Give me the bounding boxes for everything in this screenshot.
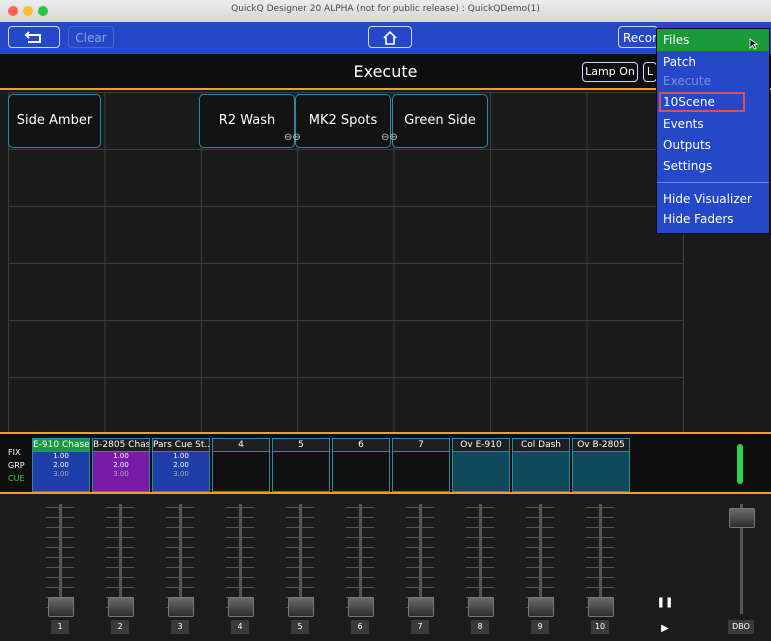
channel-fader[interactable]: [220, 504, 260, 619]
menu-item-events[interactable]: Events: [663, 117, 704, 131]
fader-number: 10: [591, 620, 609, 634]
cue-slot[interactable]: Pars Cue St... 1.00 2.00 3.00: [152, 438, 210, 492]
pause-button[interactable]: ❚❚: [656, 594, 674, 612]
window-title: QuickQ Designer 20 ALPHA (not for public…: [231, 4, 540, 14]
fader-knob[interactable]: [588, 597, 614, 617]
channel-fader[interactable]: [100, 504, 140, 619]
channel-fader[interactable]: [280, 504, 320, 619]
channel-fader[interactable]: [400, 504, 440, 619]
fader-knob[interactable]: [168, 597, 194, 617]
cue-name: Pars Cue St...: [153, 439, 209, 452]
fader-knob[interactable]: [288, 597, 314, 617]
play-button[interactable]: ▶: [656, 620, 674, 638]
fader-knob[interactable]: [348, 597, 374, 617]
fader-number: 3: [171, 620, 189, 634]
menu-item-settings[interactable]: Settings: [663, 159, 712, 173]
fader-number: 5: [291, 620, 309, 634]
row-label-cue: CUE: [8, 474, 25, 483]
cue-name: 7: [393, 439, 449, 452]
cue-slot[interactable]: E-910 Chase 1.00 2.00 3.00: [32, 438, 90, 492]
cue-value: 2.00: [173, 461, 189, 469]
menu-item-files[interactable]: Files: [663, 33, 689, 47]
clear-button[interactable]: Clear: [68, 26, 114, 48]
cue-value: 1.00: [53, 452, 69, 460]
grid-cell-side-amber[interactable]: Side Amber: [8, 94, 101, 148]
fader-knob[interactable]: [408, 597, 434, 617]
cue-value: 1.00: [173, 452, 189, 460]
menu-item-hide-visualizer[interactable]: Hide Visualizer: [663, 192, 752, 206]
grid-cell-r2-wash[interactable]: R2 Wash: [199, 94, 295, 148]
grid-cell-mk2-spots[interactable]: MK2 Spots: [295, 94, 391, 148]
cue-slot[interactable]: Col Dash: [512, 438, 570, 492]
cue-bar: FIX GRP CUE E-910 Chase 1.00 2.00 3.00 B-280…: [0, 432, 771, 494]
window-titlebar: QuickQ Designer 20 ALPHA (not for public…: [0, 0, 771, 23]
channel-fader[interactable]: [580, 504, 620, 619]
record-button[interactable]: Record: [618, 26, 658, 48]
row-label-grp: GRP: [8, 461, 25, 470]
channel-fader[interactable]: [460, 504, 500, 619]
channel-fader[interactable]: [160, 504, 200, 619]
fader-panel: 1 2 3 4 5 6 7 8 9 10 ❚❚ ▶ DBO: [0, 494, 771, 641]
cue-slot[interactable]: B-2805 Chase1.002.003.00: [92, 438, 150, 492]
cue-name: Ov B-2805: [573, 439, 629, 452]
cue-value: 3.00: [113, 470, 129, 478]
cue-slot[interactable]: 6: [332, 438, 390, 492]
main-menu: Files Patch Execute 10Scene Events Outpu…: [656, 28, 770, 234]
menu-divider: [657, 182, 769, 183]
cue-value: 3.00: [173, 470, 189, 478]
home-button[interactable]: [368, 26, 412, 48]
cue-slot[interactable]: 5: [272, 438, 330, 492]
dbo-label: DBO: [728, 620, 754, 634]
cue-name: Col Dash: [513, 439, 569, 452]
cue-name: 5: [273, 439, 329, 452]
cue-name: E-910 Chase: [33, 439, 89, 452]
cue-name: 4: [213, 439, 269, 452]
menu-item-execute: Execute: [663, 74, 711, 88]
cursor-icon: [749, 38, 759, 50]
link-icon: ⊖⊖: [284, 132, 301, 143]
menu-item-outputs[interactable]: Outputs: [663, 138, 711, 152]
fader-knob[interactable]: [468, 597, 494, 617]
cue-value: 2.00: [113, 461, 129, 469]
row-label-fix: FIX: [8, 448, 21, 457]
home-icon: [383, 30, 397, 45]
link-icon: ⊖⊖: [381, 132, 398, 143]
cue-value: 3.00: [53, 470, 69, 478]
back-arrow-icon: [24, 31, 41, 43]
grid-cell-green-side[interactable]: Green Side: [392, 94, 488, 148]
cue-slot[interactable]: Ov B-2805: [572, 438, 630, 492]
fader-knob[interactable]: [528, 597, 554, 617]
menu-item-hide-faders[interactable]: Hide Faders: [663, 212, 734, 226]
fader-number: 7: [411, 620, 429, 634]
fader-number: 2: [111, 620, 129, 634]
channel-fader[interactable]: [520, 504, 560, 619]
cue-value: 2.00: [53, 461, 69, 469]
fader-knob[interactable]: [228, 597, 254, 617]
channel-fader[interactable]: [40, 504, 80, 619]
cue-slot[interactable]: 4: [212, 438, 270, 492]
back-button[interactable]: [8, 26, 60, 48]
cue-slot[interactable]: 7: [392, 438, 450, 492]
fader-number: 1: [51, 620, 69, 634]
menu-item-patch[interactable]: Patch: [663, 55, 696, 69]
level-indicator: [737, 444, 743, 484]
fader-number: 8: [471, 620, 489, 634]
dbo-fader[interactable]: [721, 504, 761, 619]
fader-knob[interactable]: [108, 597, 134, 617]
fader-knob[interactable]: [48, 597, 74, 617]
lamp-on-button[interactable]: Lamp On: [582, 62, 638, 82]
cue-name: 6: [333, 439, 389, 452]
cue-value: 1.00: [113, 452, 129, 460]
channel-fader[interactable]: [340, 504, 380, 619]
cue-name: Ov E-910: [453, 439, 509, 452]
fader-number: 9: [531, 620, 549, 634]
menu-item-10scene[interactable]: 10Scene: [663, 95, 715, 109]
fader-number: 6: [351, 620, 369, 634]
partial-button[interactable]: L: [643, 62, 657, 82]
cue-slot[interactable]: Ov E-910: [452, 438, 510, 492]
fader-number: 4: [231, 620, 249, 634]
cue-name: B-2805 Chase: [93, 439, 149, 452]
